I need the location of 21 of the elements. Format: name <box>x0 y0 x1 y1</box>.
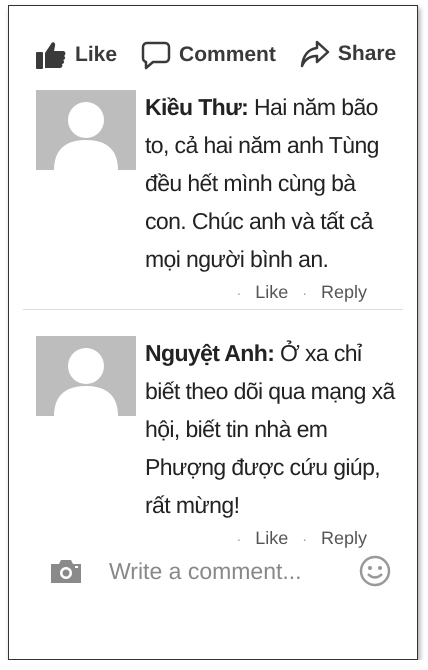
comment-action-link[interactable]: Reply <box>320 282 367 303</box>
share-arrow-icon <box>300 40 330 68</box>
like-button[interactable]: Like <box>35 40 118 70</box>
comment-input-field[interactable]: Write a comment... <box>109 558 329 584</box>
separator-dot: · <box>302 530 307 546</box>
comment-action-link[interactable]: Like <box>255 282 288 303</box>
comment-action-link[interactable]: Like <box>255 528 288 549</box>
comment-action-link[interactable]: Reply <box>320 528 367 549</box>
comment-text: Kiều Thư: Hai năm bão to, cả hai năm anh Tùng đều hết mình cùng bà con. Chúc anh và tất cả mọi người bình an. <box>145 93 380 274</box>
speech-bubble-icon <box>141 40 172 70</box>
thumbs-up-icon <box>35 40 67 70</box>
share-button[interactable]: Share <box>300 40 396 68</box>
avatar-icon <box>36 336 136 416</box>
smiley-icon[interactable] <box>359 555 391 587</box>
avatar-icon <box>36 90 136 170</box>
separator-dot: · <box>236 284 242 300</box>
comment-button[interactable]: Comment <box>141 40 276 70</box>
separator-dot: · <box>236 530 242 546</box>
comment-text: Nguyệt Anh: Ở xa chỉ biết theo dõi qua mạng xã hội, biết tin nhà em Phượng được cứu giúp, rất mừng! <box>145 339 395 520</box>
camera-icon[interactable] <box>49 558 83 584</box>
separator-dot: · <box>302 284 307 300</box>
